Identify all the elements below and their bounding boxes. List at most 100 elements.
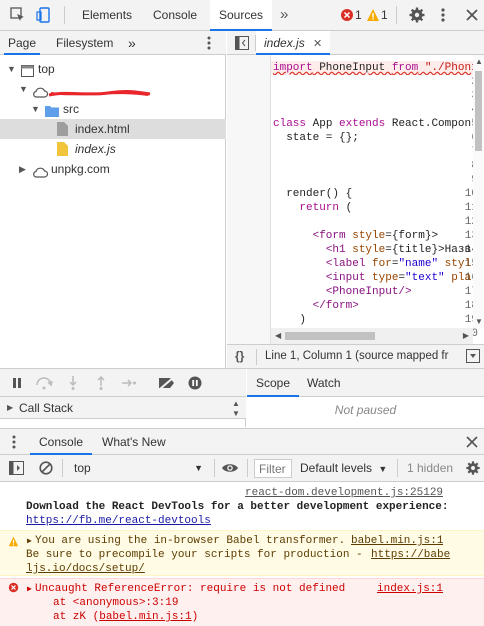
- message-link[interactable]: https://fb.me/react-devtools: [26, 515, 211, 528]
- error-count[interactable]: 1: [355, 0, 362, 31]
- filter-input[interactable]: [254, 459, 292, 478]
- expand-arrow-icon[interactable]: ▶: [27, 583, 32, 596]
- context-value: top: [74, 461, 91, 475]
- horizontal-scrollbar[interactable]: ◀ ▶: [271, 328, 473, 344]
- expand-arrow-icon[interactable]: ▶: [27, 535, 32, 548]
- tab-console[interactable]: Console: [153, 0, 197, 31]
- coverage-icon[interactable]: [466, 349, 480, 366]
- scroll-down-arrow-icon[interactable]: ▼: [475, 317, 483, 326]
- tab-filesystem[interactable]: Filesystem: [56, 31, 113, 55]
- scroll-down-arrow-icon[interactable]: ▼: [232, 409, 240, 418]
- editor-tab-label: index.js: [264, 36, 305, 50]
- tree-item-src[interactable]: ▼ src: [0, 99, 226, 119]
- tree-label: index.js: [75, 142, 116, 156]
- scrollbar-thumb[interactable]: [475, 71, 482, 151]
- close-devtools-icon[interactable]: [463, 6, 481, 24]
- scroll-left-arrow-icon[interactable]: ◀: [275, 331, 281, 340]
- tree-item-unpkg[interactable]: ▶ unpkg.com: [0, 159, 226, 179]
- step-into-icon[interactable]: [67, 376, 79, 393]
- tab-whats-new[interactable]: What's New: [102, 429, 166, 455]
- more-options-icon[interactable]: [434, 6, 452, 24]
- tab-watch[interactable]: Watch: [307, 369, 341, 397]
- divider: [397, 459, 398, 477]
- toggle-navigator-icon[interactable]: [235, 36, 249, 53]
- code-line[interactable]: class App extends React.Compon: [273, 117, 473, 131]
- tab-elements[interactable]: Elements: [82, 0, 132, 31]
- editor-tab-index-js[interactable]: index.js ✕: [256, 31, 331, 55]
- message-source-link[interactable]: babel.min.js:1: [351, 535, 443, 548]
- pause-on-exceptions-icon[interactable]: [188, 376, 202, 393]
- code-line[interactable]: <h1 style={title}>Назв: [273, 243, 473, 257]
- tree-label: top: [38, 62, 55, 76]
- expand-arrow-icon[interactable]: ▼: [31, 99, 40, 119]
- call-stack-section[interactable]: ▶ Call Stack ▲ ▼: [0, 397, 246, 419]
- tree-item-top[interactable]: ▼ top: [0, 59, 226, 79]
- close-drawer-icon[interactable]: [466, 433, 478, 454]
- settings-gear-icon[interactable]: [408, 6, 426, 24]
- clear-console-icon[interactable]: [39, 461, 53, 478]
- pause-icon[interactable]: [11, 377, 23, 392]
- tab-page[interactable]: Page: [4, 31, 41, 55]
- context-selector[interactable]: top ▼: [68, 458, 209, 478]
- close-tab-icon[interactable]: ✕: [313, 38, 322, 50]
- scrollbar-thumb[interactable]: [285, 332, 375, 340]
- tab-drawer-console[interactable]: Console: [30, 429, 93, 455]
- code-token: import: [273, 62, 313, 74]
- stack-frame-text: at zK (: [53, 611, 100, 623]
- code-line[interactable]: state = {};: [273, 131, 473, 145]
- code-line[interactable]: </form>: [273, 299, 473, 313]
- error-icon[interactable]: [340, 8, 354, 22]
- vertical-scrollbar[interactable]: ▲ ▼: [473, 55, 484, 328]
- scroll-up-arrow-icon[interactable]: ▲: [232, 399, 240, 408]
- more-navigator-tabs-icon[interactable]: »: [128, 31, 136, 55]
- navigator-menu-icon[interactable]: [204, 31, 214, 55]
- message-source-link[interactable]: index.js:1: [377, 583, 443, 596]
- code-line[interactable]: return (: [273, 201, 473, 215]
- console-messages: react-dom.development.js:25129 Download …: [0, 482, 484, 626]
- stack-frame-link[interactable]: babel.min.js:1: [99, 611, 191, 623]
- code-line[interactable]: render() {: [273, 187, 473, 201]
- message-link[interactable]: ljs.io/docs/setup/: [26, 563, 145, 576]
- expand-arrow-icon[interactable]: ▼: [19, 79, 28, 99]
- more-tabs-icon[interactable]: »: [280, 0, 288, 31]
- message-source-link[interactable]: react-dom.development.js:25129: [245, 487, 443, 500]
- code-line[interactable]: <form style={form}>: [273, 229, 473, 243]
- tree-item-index-js[interactable]: index.js: [0, 139, 226, 159]
- step-out-icon[interactable]: [95, 375, 107, 393]
- collapse-arrow-icon[interactable]: ▶: [7, 397, 13, 419]
- drawer-menu-icon[interactable]: [9, 433, 19, 454]
- code-line[interactable]: <PhoneInput/>: [273, 285, 473, 299]
- tree-item-index-html[interactable]: index.html: [0, 119, 226, 139]
- code-line[interactable]: ): [273, 313, 473, 327]
- code-token: PhoneInput: [312, 62, 392, 74]
- code-line[interactable]: import PhoneInput from "./Phon: [273, 61, 473, 75]
- message-link[interactable]: https://babe: [371, 549, 450, 562]
- step-over-icon[interactable]: [35, 376, 53, 393]
- divider: [214, 459, 215, 477]
- tab-sources[interactable]: Sources: [210, 0, 273, 31]
- device-toolbar-icon[interactable]: [35, 6, 53, 24]
- sources-navigator: Page Filesystem » ▼ top ▼ ▼ src index.ht…: [0, 31, 226, 368]
- warning-icon: [8, 536, 19, 551]
- scroll-right-arrow-icon[interactable]: ▶: [463, 331, 469, 340]
- inspect-element-icon[interactable]: [9, 6, 27, 24]
- warning-icon[interactable]: [366, 8, 380, 22]
- expand-arrow-icon[interactable]: ▼: [7, 59, 16, 79]
- show-sidebar-icon[interactable]: [9, 461, 24, 478]
- collapse-arrow-icon[interactable]: ▶: [19, 159, 26, 179]
- log-levels-dropdown[interactable]: Default levels ▼: [300, 455, 387, 482]
- tab-scope[interactable]: Scope: [247, 369, 300, 397]
- step-icon[interactable]: [121, 377, 137, 392]
- deactivate-breakpoints-icon[interactable]: [158, 376, 176, 393]
- code-line[interactable]: <label for="name" styl: [273, 257, 473, 271]
- warning-count[interactable]: 1: [381, 0, 388, 31]
- console-message-warning: ▶ You are using the in-browser Babel tra…: [0, 530, 484, 576]
- drawer-tabs: Console What's New: [0, 428, 484, 455]
- pretty-print-icon[interactable]: {}: [235, 345, 244, 368]
- tree-item-origin[interactable]: ▼: [0, 79, 226, 99]
- live-expression-eye-icon[interactable]: [221, 461, 239, 478]
- console-settings-gear-icon[interactable]: [465, 460, 481, 479]
- scroll-up-arrow-icon[interactable]: ▲: [475, 57, 483, 66]
- code-line[interactable]: <input type="text" pla: [273, 271, 473, 285]
- navigator-tabs: Page Filesystem »: [0, 31, 226, 55]
